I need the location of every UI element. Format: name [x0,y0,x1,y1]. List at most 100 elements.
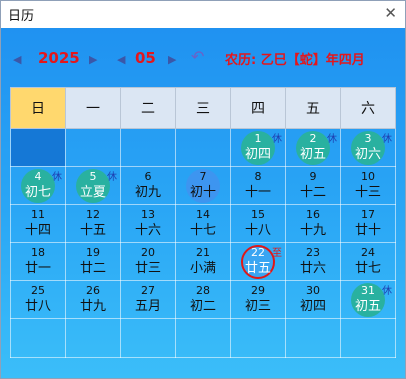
day-number: 6 [144,170,152,183]
day-cell[interactable]: 16 十九 [285,204,341,243]
weekday-header-row: 日 一 二 三 四 五 六 [10,87,396,129]
day-cell[interactable]: 6 初九 [120,166,176,205]
lunar-date: 五月 [134,299,161,314]
lunar-date: 廿八 [24,299,51,314]
prev-month-icon[interactable]: ◀ [117,53,125,66]
day-cell[interactable]: 20 廿三 [120,242,176,281]
day-cell-today[interactable]: 22 廿五至 [230,242,286,281]
rest-badge: 休 [382,134,392,145]
day-cell-empty[interactable] [10,318,66,358]
day-cell[interactable]: 3 初六休 [340,128,396,167]
prev-year-icon[interactable]: ◀ [13,53,21,66]
day-cell-empty[interactable] [230,318,286,358]
week-row: 25 廿八 26 廿九 27 五月 28 初二 29 初三 30 初四 31 初五休 [10,280,396,319]
week-row: 4 初七休 5 立夏休 6 初九 7 初十 8 十一 9 十二 10 十三 [10,166,396,205]
day-cell[interactable]: 19 廿二 [65,242,121,281]
weekday-sun: 日 [10,87,66,129]
weekday-wed: 三 [175,87,231,129]
day-cell[interactable]: 5 立夏休 [65,166,121,205]
lunar-date: 廿十 [354,223,381,238]
day-cell[interactable]: 8 十一 [230,166,286,205]
day-number: 27 [141,284,155,297]
calendar-grid: 日 一 二 三 四 五 六 1 初四休 2 初五休 3 初六 休 4 初七 休 … [10,87,396,367]
lunar-year-label: 农历: 乙巳【蛇】年四月 [225,53,365,68]
day-number: 26 [86,284,100,297]
day-number: 28 [196,284,210,297]
day-cell[interactable]: 12 十五 [65,204,121,243]
day-number: 25 [31,284,45,297]
day-cell[interactable]: 28 初二 [175,280,231,319]
rest-badge: 休 [107,172,117,183]
day-cell[interactable]: 13 十六 [120,204,176,243]
weekday-mon: 一 [65,87,121,129]
day-cell-empty[interactable] [120,128,176,167]
day-cell-empty[interactable] [175,128,231,167]
lunar-date: 十一 [244,185,271,200]
day-number: 21 [196,246,210,259]
lunar-date: 初三 [244,299,271,314]
day-cell[interactable]: 10 十三 [340,166,396,205]
lunar-date: 十八 [244,223,271,238]
lunar-date: 十七 [189,223,216,238]
lunar-date: 廿九 [79,299,106,314]
weekday-tue: 二 [120,87,176,129]
week-row: 11 十四 12 十五 13 十六 14 十七 15 十八 16 十九 17 廿十 [10,204,396,243]
toolbar: ◀ 2025 ▶ ◀ 05 ▶ ↶ 农历: 乙巳【蛇】年四月 [1,41,405,75]
weekday-fri: 五 [285,87,341,129]
day-cell-empty[interactable] [175,318,231,358]
lunar-date: 廿一 [24,261,51,276]
day-cell-empty[interactable] [10,128,66,167]
day-cell[interactable]: 25 廿八 [10,280,66,319]
rest-badge: 休 [382,286,392,297]
lunar-date: 初四 [299,299,326,314]
day-cell[interactable]: 24 廿七 [340,242,396,281]
close-icon[interactable]: ✕ [384,4,397,22]
rest-badge: 休 [52,172,62,183]
day-number: 12 [86,208,100,221]
day-cell-empty[interactable] [65,318,121,358]
day-cell-empty[interactable] [285,318,341,358]
day-cell[interactable]: 7 初十 [175,166,231,205]
day-cell[interactable]: 2 初五休 [285,128,341,167]
day-cell[interactable]: 31 初五休 [340,280,396,319]
next-year-icon[interactable]: ▶ [89,53,97,66]
day-cell-empty[interactable] [65,128,121,167]
lunar-date: 廿六 [299,261,326,276]
day-cell[interactable]: 11 十四 [10,204,66,243]
next-month-icon[interactable]: ▶ [168,53,176,66]
day-number: 16 [306,208,320,221]
lunar-date: 十六 [134,223,161,238]
lunar-date: 廿七 [354,261,381,276]
day-cell[interactable]: 1 初四休 [230,128,286,167]
day-cell[interactable]: 4 初七休 [10,166,66,205]
lunar-date: 初二 [189,299,216,314]
weekday-thu: 四 [230,87,286,129]
day-cell[interactable]: 29 初三 [230,280,286,319]
lunar-date: 初九 [134,185,161,200]
weekday-sat: 六 [340,87,396,129]
day-number: 15 [251,208,265,221]
day-cell[interactable]: 23 廿六 [285,242,341,281]
day-cell[interactable]: 14 十七 [175,204,231,243]
week-row [10,318,396,358]
lunar-date: 十九 [299,223,326,238]
day-cell[interactable]: 26 廿九 [65,280,121,319]
return-today-icon[interactable]: ↶ [191,47,204,66]
day-cell[interactable]: 9 十二 [285,166,341,205]
day-cell[interactable]: 21 小满 [175,242,231,281]
day-cell-empty[interactable] [120,318,176,358]
day-cell[interactable]: 30 初四 [285,280,341,319]
day-cell[interactable]: 17 廿十 [340,204,396,243]
day-number: 11 [31,208,45,221]
lunar-date: 初五 [299,147,326,162]
day-cell[interactable]: 27 五月 [120,280,176,319]
day-cell-empty[interactable] [340,318,396,358]
day-cell[interactable]: 18 廿一 [10,242,66,281]
lunar-date: 廿五 [244,261,271,276]
day-cell[interactable]: 15 十八 [230,204,286,243]
lunar-date: 初七 [24,185,51,200]
day-number: 23 [306,246,320,259]
lunar-date: 初六 [354,147,381,162]
month-value: 05 [135,49,156,67]
lunar-date: 廿三 [134,261,161,276]
